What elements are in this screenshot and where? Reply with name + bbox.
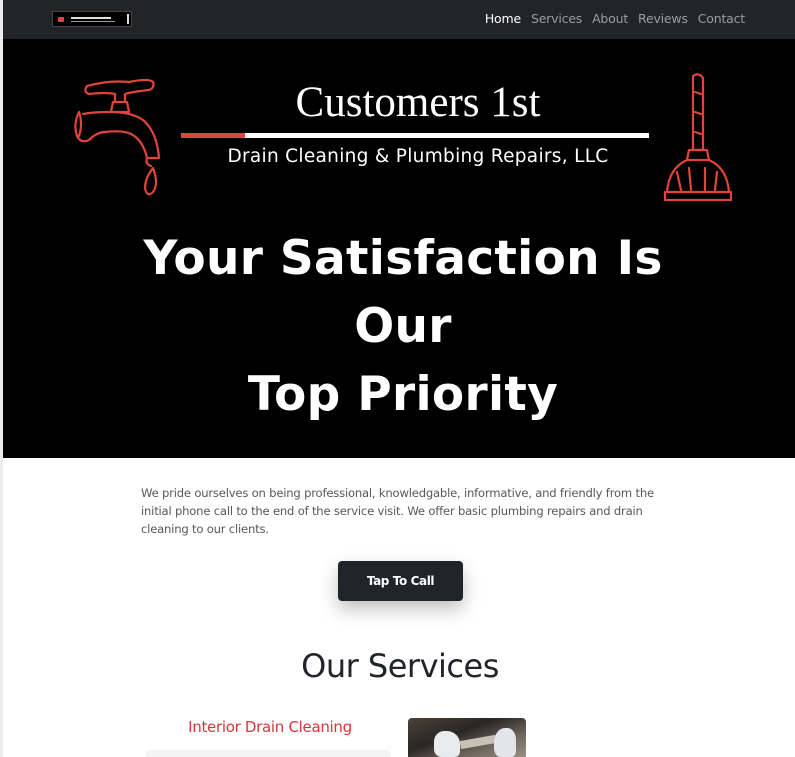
nav-link-reviews[interactable]: Reviews [638,11,688,26]
nav-link-services[interactable]: Services [531,11,582,26]
headline-line-2: Our [354,299,452,354]
hero-banner: Customers 1st Drain Cleaning & Plumbing … [3,39,795,458]
service-card [146,750,391,757]
headline-line-3: Top Priority [247,367,559,422]
nav-link-contact[interactable]: Contact [698,11,745,26]
plunger-icon [663,73,733,202]
top-navbar: Home Services About Reviews Contact [3,0,795,39]
faucet-icon [74,78,161,196]
hero-headline: Your Satisfaction Is Our Top Priority [103,225,703,429]
intro-paragraph: We pride ourselves on being professional… [141,486,654,536]
brand-name: Customers 1st [295,79,541,126]
company-logo[interactable] [52,11,132,27]
service-title-interior-drain-cleaning[interactable]: Interior Drain Cleaning [160,718,380,736]
services-heading: Our Services [301,647,499,685]
plumber-hands-photo [408,718,526,757]
brand-rule [245,133,649,138]
headline-line-1: Your Satisfaction Is [143,231,663,286]
brand-rule-accent [181,133,245,138]
nav-links: Home Services About Reviews Contact [485,11,745,26]
nav-link-about[interactable]: About [592,11,628,26]
brand-tagline: Drain Cleaning & Plumbing Repairs, LLC [227,146,609,167]
nav-link-home[interactable]: Home [485,11,521,26]
tap-to-call-button[interactable]: Tap To Call [338,561,463,601]
